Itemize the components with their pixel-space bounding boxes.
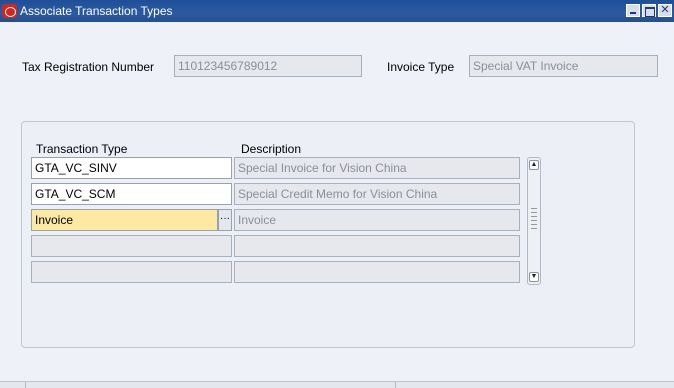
column-header-transaction-type: Transaction Type: [36, 142, 128, 156]
table-row-3-transaction-type[interactable]: Invoice: [31, 209, 218, 231]
window-title: Associate Transaction Types: [20, 4, 173, 18]
tax-registration-field[interactable]: 110123456789012: [174, 55, 362, 77]
close-icon[interactable]: ✕: [658, 4, 672, 17]
status-divider: [25, 382, 26, 388]
oracle-logo-icon: [2, 4, 17, 18]
scroll-down-icon[interactable]: ▼: [529, 272, 539, 282]
table-row-4-description[interactable]: [234, 235, 520, 257]
table-row-5-transaction-type[interactable]: [31, 261, 232, 283]
invoice-type-label: Invoice Type: [387, 60, 455, 74]
scroll-grip-icon[interactable]: [531, 208, 537, 232]
status-bar: [0, 381, 674, 388]
table-row-2-description[interactable]: Special Credit Memo for Vision China: [234, 183, 520, 205]
window-titlebar[interactable]: Associate Transaction Types ✕: [0, 0, 674, 22]
status-divider: [395, 382, 396, 388]
table-row-3-description[interactable]: Invoice: [234, 209, 520, 231]
table-row-1-transaction-type[interactable]: GTA_VC_SINV: [31, 157, 232, 179]
table-row-4-transaction-type[interactable]: [31, 235, 232, 257]
minimize-icon[interactable]: [626, 4, 640, 17]
table-row-5-description[interactable]: [234, 261, 520, 283]
invoice-type-field[interactable]: Special VAT Invoice: [469, 55, 658, 77]
window-controls: ✕: [626, 4, 672, 17]
scroll-up-icon[interactable]: ▲: [529, 160, 539, 170]
maximize-icon[interactable]: [642, 4, 656, 17]
table-row-1-description[interactable]: Special Invoice for Vision China: [234, 157, 520, 179]
tax-registration-label: Tax Registration Number: [22, 60, 155, 74]
table-scrollbar[interactable]: ▲ ▼: [527, 157, 541, 285]
column-header-description: Description: [241, 142, 302, 156]
list-of-values-button[interactable]: ···: [218, 209, 232, 231]
table-row-2-transaction-type[interactable]: GTA_VC_SCM: [31, 183, 232, 205]
